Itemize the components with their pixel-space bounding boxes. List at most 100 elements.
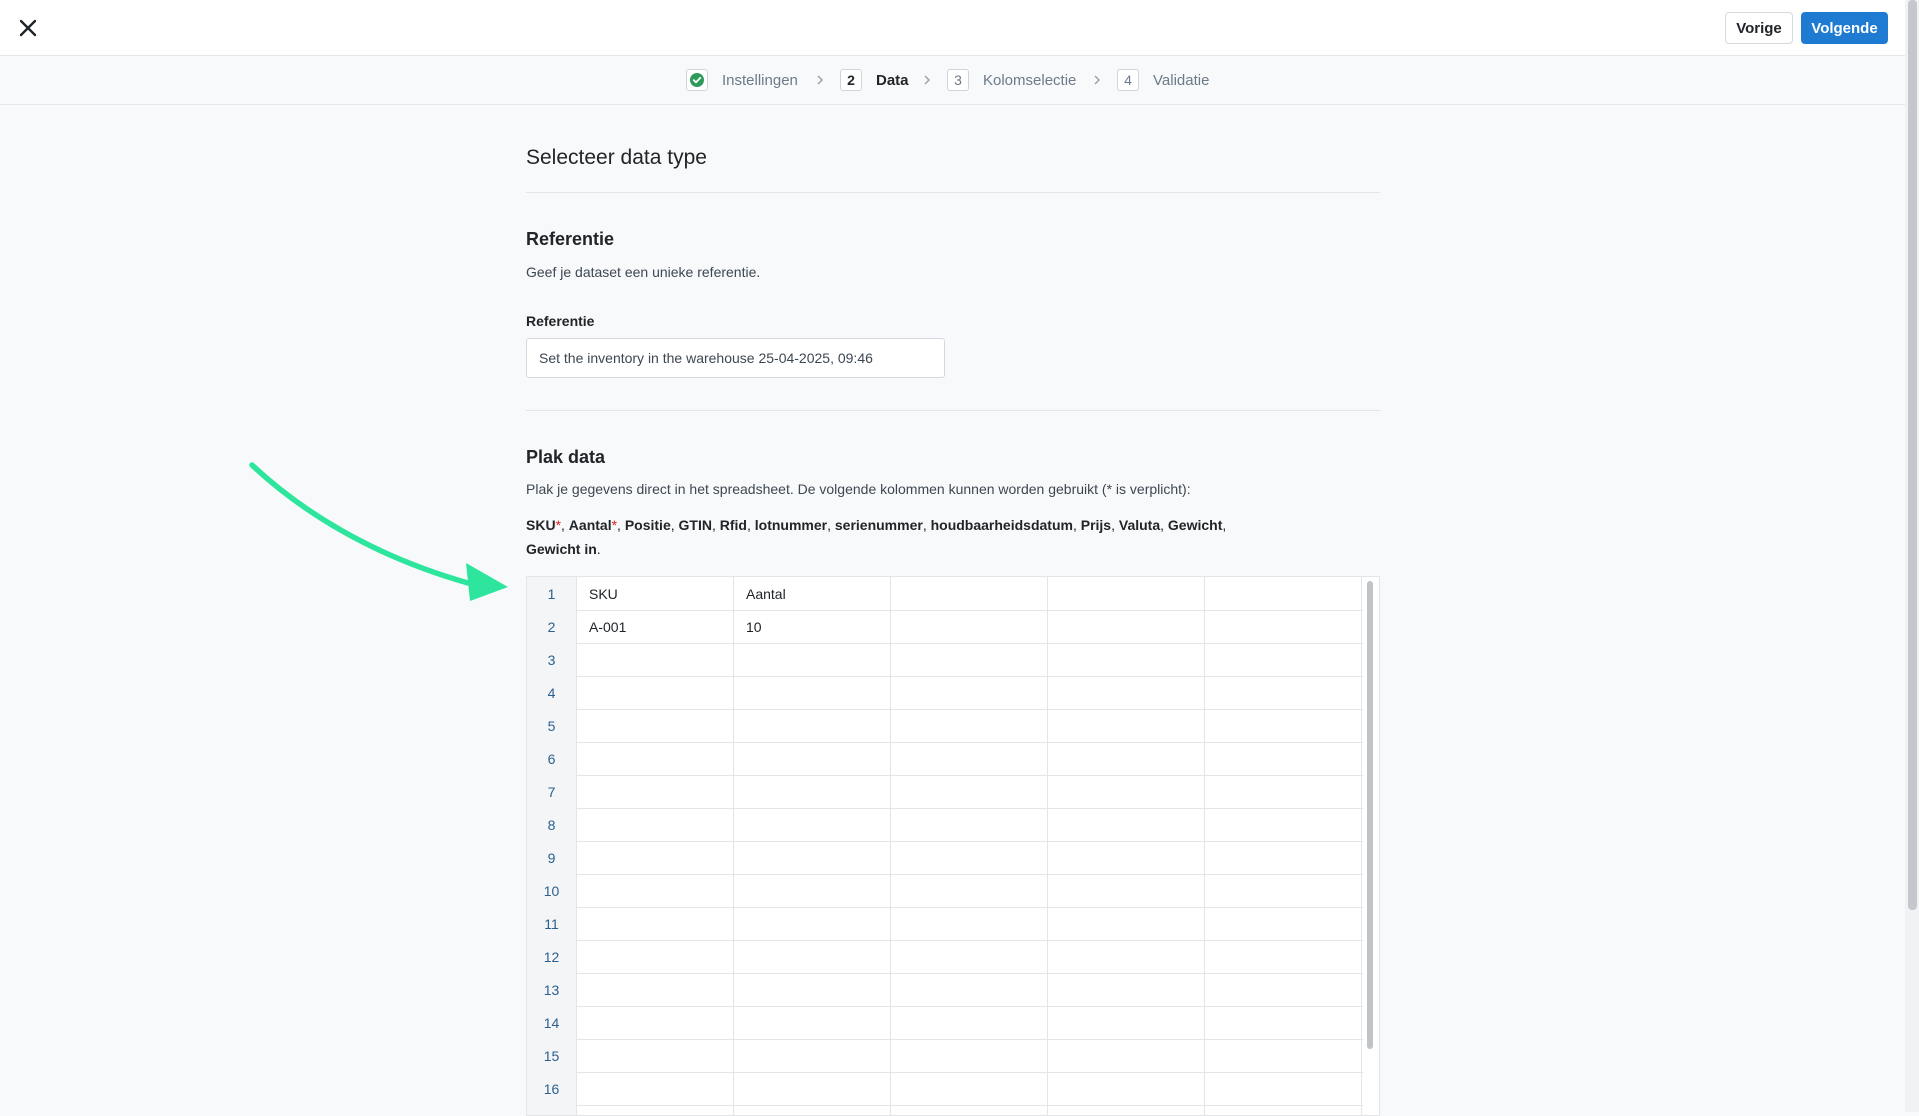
spreadsheet-cell[interactable] xyxy=(734,643,891,676)
spreadsheet-cell[interactable] xyxy=(577,643,734,676)
spreadsheet-cell[interactable] xyxy=(891,742,1048,775)
spreadsheet-cell[interactable] xyxy=(1205,742,1362,775)
step-data[interactable]: 2 Data xyxy=(840,68,909,92)
close-button[interactable] xyxy=(16,16,40,40)
spreadsheet-cell[interactable] xyxy=(734,808,891,841)
spreadsheet-cell[interactable] xyxy=(734,1105,891,1115)
spreadsheet-cell[interactable] xyxy=(577,676,734,709)
step-settings[interactable]: Instellingen xyxy=(686,68,798,92)
spreadsheet-cell[interactable] xyxy=(1048,709,1205,742)
reference-input[interactable] xyxy=(526,338,945,378)
spreadsheet-cell[interactable] xyxy=(734,775,891,808)
spreadsheet-cell[interactable] xyxy=(891,676,1048,709)
spreadsheet-cell[interactable] xyxy=(891,1072,1048,1105)
row-number[interactable]: 6 xyxy=(527,742,577,775)
spreadsheet-cell[interactable] xyxy=(1048,577,1205,610)
spreadsheet-cell[interactable] xyxy=(1205,940,1362,973)
row-number[interactable]: 10 xyxy=(527,874,577,907)
spreadsheet-cell[interactable] xyxy=(1205,907,1362,940)
spreadsheet-cell[interactable] xyxy=(1048,874,1205,907)
spreadsheet-cell[interactable] xyxy=(1048,1006,1205,1039)
row-number[interactable]: 1 xyxy=(527,577,577,610)
spreadsheet-cell[interactable] xyxy=(1205,775,1362,808)
spreadsheet-cell[interactable] xyxy=(1048,808,1205,841)
spreadsheet-cell[interactable] xyxy=(1048,907,1205,940)
spreadsheet-cell[interactable] xyxy=(891,643,1048,676)
spreadsheet-cell[interactable] xyxy=(734,1072,891,1105)
spreadsheet-cell[interactable] xyxy=(891,1105,1048,1115)
spreadsheet-cell[interactable] xyxy=(1205,1006,1362,1039)
spreadsheet-cell[interactable] xyxy=(577,1039,734,1072)
spreadsheet-cell[interactable] xyxy=(577,874,734,907)
step-column-selection[interactable]: 3 Kolomselectie xyxy=(947,68,1076,92)
spreadsheet-cell[interactable] xyxy=(1048,973,1205,1006)
row-number[interactable]: 9 xyxy=(527,841,577,874)
spreadsheet-cell[interactable] xyxy=(734,940,891,973)
spreadsheet-cell[interactable] xyxy=(577,940,734,973)
spreadsheet-cell[interactable] xyxy=(577,1072,734,1105)
spreadsheet[interactable]: 1SKUAantal2A-001103456789101112131415161… xyxy=(526,576,1380,1116)
spreadsheet-cell[interactable] xyxy=(1205,973,1362,1006)
spreadsheet-cell[interactable] xyxy=(1205,709,1362,742)
spreadsheet-scrollbar[interactable] xyxy=(1367,581,1373,1049)
spreadsheet-cell[interactable] xyxy=(734,907,891,940)
row-number[interactable]: 13 xyxy=(527,973,577,1006)
spreadsheet-cell[interactable] xyxy=(891,610,1048,643)
spreadsheet-cell[interactable] xyxy=(577,973,734,1006)
spreadsheet-cell[interactable] xyxy=(1048,1105,1205,1115)
spreadsheet-cell[interactable] xyxy=(1205,874,1362,907)
spreadsheet-cell[interactable] xyxy=(577,808,734,841)
spreadsheet-cell[interactable] xyxy=(891,841,1048,874)
row-number[interactable]: 7 xyxy=(527,775,577,808)
row-number[interactable]: 16 xyxy=(527,1072,577,1105)
spreadsheet-cell[interactable] xyxy=(1048,1072,1205,1105)
spreadsheet-cell[interactable] xyxy=(734,709,891,742)
row-number[interactable]: 17 xyxy=(527,1105,577,1115)
spreadsheet-cell[interactable] xyxy=(1205,1072,1362,1105)
spreadsheet-cell[interactable] xyxy=(734,742,891,775)
spreadsheet-cell[interactable] xyxy=(577,841,734,874)
spreadsheet-cell[interactable] xyxy=(891,1006,1048,1039)
spreadsheet-cell[interactable]: 10 xyxy=(734,610,891,643)
spreadsheet-cell[interactable]: SKU xyxy=(577,577,734,610)
spreadsheet-cell[interactable] xyxy=(1205,1105,1362,1115)
step-validation[interactable]: 4 Validatie xyxy=(1117,68,1209,92)
spreadsheet-cell[interactable] xyxy=(1205,577,1362,610)
spreadsheet-cell[interactable] xyxy=(891,1039,1048,1072)
spreadsheet-cell[interactable] xyxy=(577,742,734,775)
row-number[interactable]: 14 xyxy=(527,1006,577,1039)
spreadsheet-cell[interactable] xyxy=(1048,742,1205,775)
spreadsheet-cell[interactable] xyxy=(891,874,1048,907)
spreadsheet-cell[interactable] xyxy=(891,907,1048,940)
spreadsheet-cell[interactable] xyxy=(1205,643,1362,676)
spreadsheet-cell[interactable] xyxy=(1205,841,1362,874)
spreadsheet-cell[interactable] xyxy=(1048,841,1205,874)
spreadsheet-cell[interactable] xyxy=(734,676,891,709)
spreadsheet-cell[interactable] xyxy=(891,940,1048,973)
row-number[interactable]: 12 xyxy=(527,940,577,973)
spreadsheet-cell[interactable] xyxy=(891,973,1048,1006)
spreadsheet-cell[interactable] xyxy=(891,808,1048,841)
spreadsheet-cell[interactable] xyxy=(734,1039,891,1072)
spreadsheet-cell[interactable] xyxy=(734,1006,891,1039)
spreadsheet-cell[interactable] xyxy=(577,775,734,808)
spreadsheet-cell[interactable] xyxy=(734,973,891,1006)
row-number[interactable]: 4 xyxy=(527,676,577,709)
spreadsheet-cell[interactable]: Aantal xyxy=(734,577,891,610)
spreadsheet-cell[interactable] xyxy=(1205,1039,1362,1072)
spreadsheet-cell[interactable] xyxy=(577,1006,734,1039)
spreadsheet-cell[interactable] xyxy=(1205,610,1362,643)
spreadsheet-cell[interactable] xyxy=(577,907,734,940)
row-number[interactable]: 15 xyxy=(527,1039,577,1072)
spreadsheet-cell[interactable] xyxy=(734,841,891,874)
page-scrollbar[interactable] xyxy=(1908,0,1917,910)
spreadsheet-cell[interactable] xyxy=(891,577,1048,610)
spreadsheet-cell[interactable] xyxy=(1205,676,1362,709)
spreadsheet-cell[interactable] xyxy=(1048,940,1205,973)
spreadsheet-cell[interactable] xyxy=(891,775,1048,808)
spreadsheet-cell[interactable] xyxy=(1048,676,1205,709)
spreadsheet-cell[interactable] xyxy=(1048,1039,1205,1072)
spreadsheet-cell[interactable]: A-001 xyxy=(577,610,734,643)
row-number[interactable]: 8 xyxy=(527,808,577,841)
row-number[interactable]: 11 xyxy=(527,907,577,940)
